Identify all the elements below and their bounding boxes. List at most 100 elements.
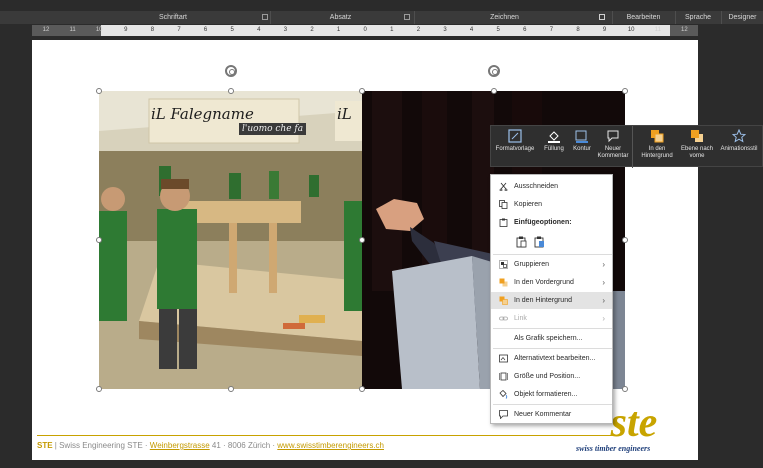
submenu-arrow-icon: › bbox=[602, 278, 605, 287]
ribbon-group-bar: Schriftart Absatz Zeichnen Bearbeiten Sp… bbox=[0, 11, 763, 24]
menu-item-size-position[interactable]: Größe und Position... bbox=[491, 368, 612, 385]
footer-divider bbox=[37, 435, 617, 436]
menu-item-new-comment[interactable]: Neuer Kommentar bbox=[491, 406, 612, 423]
scissors-icon bbox=[499, 182, 508, 191]
font-dialog-launcher-icon[interactable] bbox=[262, 14, 268, 20]
send-backward-button[interactable]: In den Hintergrund bbox=[637, 129, 677, 160]
menu-label: Ausschneiden bbox=[514, 183, 558, 190]
fill-bucket-icon bbox=[547, 129, 561, 143]
slide-footer: STE | Swiss Engineering STE · Weinbergst… bbox=[37, 441, 384, 450]
ruler-tick-label: 11 bbox=[69, 27, 76, 33]
send-backward-label: In den Hintergrund bbox=[641, 146, 673, 159]
animation-style-label: Animationsstil bbox=[720, 146, 758, 152]
bring-forward-icon bbox=[690, 129, 704, 143]
resize-handle[interactable] bbox=[228, 386, 234, 392]
style-button[interactable]: Formatvorlage bbox=[495, 129, 535, 153]
alt-text-icon bbox=[499, 354, 508, 363]
menu-item-alt-text[interactable]: Alternativtext bearbeiten... bbox=[491, 350, 612, 367]
new-comment-button[interactable]: Neuer Kommentar bbox=[596, 129, 630, 160]
fill-button[interactable]: Füllung bbox=[541, 129, 567, 153]
group-font-label: Schriftart bbox=[158, 14, 187, 21]
animation-star-icon bbox=[731, 128, 747, 143]
resize-handle[interactable] bbox=[491, 88, 497, 94]
resize-handle[interactable] bbox=[622, 88, 628, 94]
group-drawing-label: Zeichnen bbox=[414, 11, 594, 24]
menu-item-bring-to-front[interactable]: In den Vordergrund › bbox=[491, 274, 612, 291]
resize-handle[interactable] bbox=[359, 237, 365, 243]
resize-handle[interactable] bbox=[228, 88, 234, 94]
group-designer-label: Designer bbox=[721, 11, 763, 24]
ruler-tick-label: 2 bbox=[310, 27, 314, 33]
paste-icon bbox=[499, 218, 508, 227]
menu-item-format-object[interactable]: Objekt formatieren... bbox=[491, 386, 612, 403]
resize-handle[interactable] bbox=[96, 237, 102, 243]
fill-label: Füllung bbox=[544, 146, 564, 152]
menu-item-save-as-image[interactable]: Als Grafik speichern... bbox=[491, 330, 612, 347]
menu-item-link[interactable]: Link › bbox=[491, 310, 612, 327]
send-to-back-icon bbox=[499, 296, 508, 305]
footer-brand: STE bbox=[37, 441, 53, 450]
ruler-tick-label: 12 bbox=[42, 27, 50, 33]
resize-handle[interactable] bbox=[96, 88, 102, 94]
horizontal-ruler[interactable]: 12 11 10 9 8 7 6 5 4 3 2 1 0 1 2 3 4 5 6 7 8 9 10 11 12 bbox=[32, 25, 698, 36]
ruler-tick-label: 1 bbox=[336, 27, 341, 33]
copy-icon bbox=[499, 200, 508, 209]
menu-item-cut[interactable]: Ausschneiden bbox=[491, 178, 612, 195]
paragraph-dialog-launcher-icon[interactable] bbox=[404, 14, 410, 20]
group-language-label: Sprache bbox=[675, 11, 720, 24]
resize-handle[interactable] bbox=[622, 386, 628, 392]
menu-label: Kopieren bbox=[514, 201, 543, 208]
ruler-tick-label: 9 bbox=[124, 27, 128, 33]
menu-label: Objekt formatieren... bbox=[514, 391, 578, 398]
group-paragraph-label: Absatz bbox=[270, 11, 410, 24]
footer-street-link[interactable]: Weinbergstrasse bbox=[150, 441, 210, 450]
comment-icon bbox=[606, 129, 620, 143]
paste-options-row bbox=[491, 232, 612, 252]
bring-to-front-icon bbox=[499, 278, 508, 287]
context-menu: Ausschneiden Kopieren Einfügeoptionen: G… bbox=[490, 174, 613, 424]
new-comment-label: Neuer Kommentar bbox=[597, 146, 629, 159]
comment-icon bbox=[499, 410, 508, 419]
menu-label: In den Hintergrund bbox=[514, 297, 572, 304]
menu-label: Alternativtext bearbeiten... bbox=[514, 355, 596, 362]
format-object-icon bbox=[499, 390, 508, 399]
ruler-tick-label: 6 bbox=[203, 27, 208, 33]
logo-subtitle: swiss timber engineers bbox=[576, 444, 651, 453]
submenu-arrow-icon: › bbox=[602, 296, 605, 305]
footer-website-link[interactable]: www.swisstimberengineers.ch bbox=[277, 441, 384, 450]
rotate-handle-right-icon[interactable] bbox=[488, 65, 500, 77]
rotate-handle-left-icon[interactable] bbox=[225, 65, 237, 77]
submenu-arrow-icon: › bbox=[602, 260, 605, 269]
menu-label: In den Vordergrund bbox=[514, 279, 574, 286]
resize-handle[interactable] bbox=[622, 237, 628, 243]
group-editing-label: Bearbeiten bbox=[612, 11, 674, 24]
outline-button[interactable]: Kontur bbox=[569, 129, 595, 153]
ruler-tick-label: 6 bbox=[523, 27, 527, 33]
menu-separator bbox=[493, 254, 612, 255]
menu-separator bbox=[493, 404, 612, 405]
menu-item-copy[interactable]: Kopieren bbox=[491, 196, 612, 213]
status-bar bbox=[0, 462, 763, 468]
bring-forward-label: Ebene nach vorne bbox=[680, 146, 714, 159]
ruler-tick-label: 11 bbox=[654, 27, 661, 33]
resize-handle[interactable] bbox=[359, 386, 365, 392]
resize-handle[interactable] bbox=[359, 88, 365, 94]
drawing-dialog-launcher-icon[interactable] bbox=[599, 14, 605, 20]
paste-as-picture-icon[interactable] bbox=[534, 236, 545, 248]
menu-item-group[interactable]: Gruppieren › bbox=[491, 256, 612, 273]
menu-item-send-to-back[interactable]: In den Hintergrund › bbox=[491, 292, 612, 309]
link-icon bbox=[499, 316, 508, 321]
resize-handle[interactable] bbox=[96, 386, 102, 392]
animation-style-button[interactable]: Animationsstil bbox=[717, 128, 761, 153]
submenu-arrow-icon: › bbox=[602, 314, 605, 323]
style-label: Formatvorlage bbox=[495, 146, 535, 152]
bring-forward-button[interactable]: Ebene nach vorne bbox=[679, 129, 715, 160]
ruler-tick-label: 1 bbox=[390, 27, 394, 33]
banner-falegname-text: iL Falegname bbox=[151, 105, 254, 123]
ruler-tick-label: 10 bbox=[627, 27, 635, 33]
paste-keep-formatting-icon[interactable] bbox=[516, 236, 527, 248]
ruler-tick-label: 0 bbox=[363, 27, 367, 33]
workshop-photo[interactable]: iL Falegname l'uomo che fa iL bbox=[99, 91, 362, 389]
outline-pen-icon bbox=[575, 129, 589, 143]
menu-separator bbox=[493, 348, 612, 349]
